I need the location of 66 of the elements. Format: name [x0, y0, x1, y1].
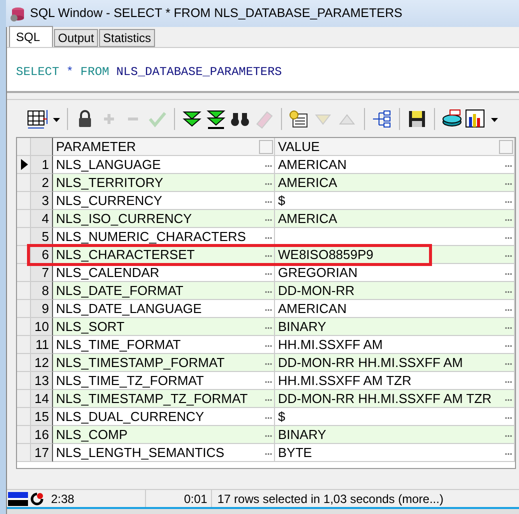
table-cell: NLS_TIME_TZ_FORMAT [56, 372, 204, 389]
table-cell: AMERICA [278, 174, 338, 191]
row-number: 9 [31, 300, 53, 318]
row-number: 3 [31, 192, 53, 210]
row-number: 1 [31, 156, 53, 174]
document-icon[interactable] [288, 108, 310, 130]
arrow-to-bottom-icon[interactable] [205, 108, 227, 130]
column-header[interactable]: PARAMETER [53, 138, 275, 156]
table-cell: AMERICA [278, 210, 338, 227]
table-cell: NLS_COMP [56, 426, 128, 443]
row-number: 16 [31, 426, 53, 444]
table-cell: BINARY [278, 426, 326, 443]
database-icon[interactable] [441, 108, 463, 130]
row-number: 4 [31, 210, 53, 228]
row-number: 11 [31, 336, 53, 354]
table-cell: GREGORIAN [278, 264, 358, 281]
table-cell: NLS_DATE_LANGUAGE [56, 300, 202, 317]
row-number: 17 [31, 444, 53, 462]
table-cell: NLS_TIMESTAMP_TZ_FORMAT [56, 390, 248, 407]
table-cell: NLS_CALENDAR [56, 264, 160, 281]
table-cell: DD-MON-RR HH.MI.SSXFF AM [278, 354, 463, 371]
row-number: 8 [31, 282, 53, 300]
table-cell: NLS_CHARACTERSET [56, 246, 195, 263]
table-cell: AMERICAN [278, 300, 347, 317]
table-cell: NLS_DUAL_CURRENCY [56, 408, 204, 425]
sql-editor[interactable]: SELECT * FROM NLS_DATABASE_PARAMETERS [7, 47, 519, 93]
table-cell: NLS_ISO_CURRENCY [56, 210, 192, 227]
tree-icon[interactable] [371, 108, 393, 130]
row-number: 2 [31, 174, 53, 192]
table-cell: NLS_TIMESTAMP_FORMAT [56, 354, 225, 371]
table-cell: NLS_LENGTH_SEMANTICS [56, 444, 224, 461]
table-cell: NLS_SORT [56, 318, 124, 335]
bar-chart-icon[interactable] [465, 108, 499, 130]
table-cell: BINARY [278, 318, 326, 335]
table-cell: $ [278, 408, 286, 425]
table-cell: NLS_TERRITORY [56, 174, 164, 191]
table-cell: $ [278, 192, 286, 209]
row-selector[interactable] [17, 156, 31, 174]
row-number: 13 [31, 372, 53, 390]
tab[interactable]: Output [54, 29, 98, 47]
table-cell: NLS_TIME_FORMAT [56, 336, 181, 353]
tab[interactable]: SQL [9, 26, 54, 47]
column-header[interactable]: VALUE [275, 138, 515, 156]
table-cell: DD-MON-RR HH.MI.SSXFF AM TZR [278, 390, 492, 407]
table-cell: HH.MI.SSXFF AM TZR [278, 372, 412, 389]
table-cell: BYTE [278, 444, 312, 461]
tab[interactable]: Statistics [99, 29, 156, 47]
row-number: 12 [31, 354, 53, 372]
table-cell: NLS_DATE_FORMAT [56, 282, 184, 299]
flag-icon [7, 490, 29, 506]
grid-icon[interactable] [27, 108, 61, 130]
table-cell: NLS_CURRENCY [56, 192, 162, 209]
table-cell: WE8ISO8859P9 [278, 246, 374, 263]
refresh-icon [29, 490, 45, 506]
window-title: SQL Window - SELECT * FROM NLS_DATABASE_PARAMETERS [30, 5, 402, 22]
table-cell: DD-MON-RR [278, 282, 355, 299]
table-cell: HH.MI.SSXFF AM [278, 336, 383, 353]
table-cell: NLS_LANGUAGE [56, 156, 161, 173]
table-cell: AMERICAN [278, 156, 347, 173]
current-row-icon [20, 159, 28, 170]
row-number: 14 [31, 390, 53, 408]
table-cell: NLS_NUMERIC_CHARACTERS [56, 228, 246, 245]
row-number: 10 [31, 318, 53, 336]
row-number: 15 [31, 408, 53, 426]
elapsed-time: 0:01 [184, 490, 208, 508]
database-gear-icon [9, 6, 25, 22]
